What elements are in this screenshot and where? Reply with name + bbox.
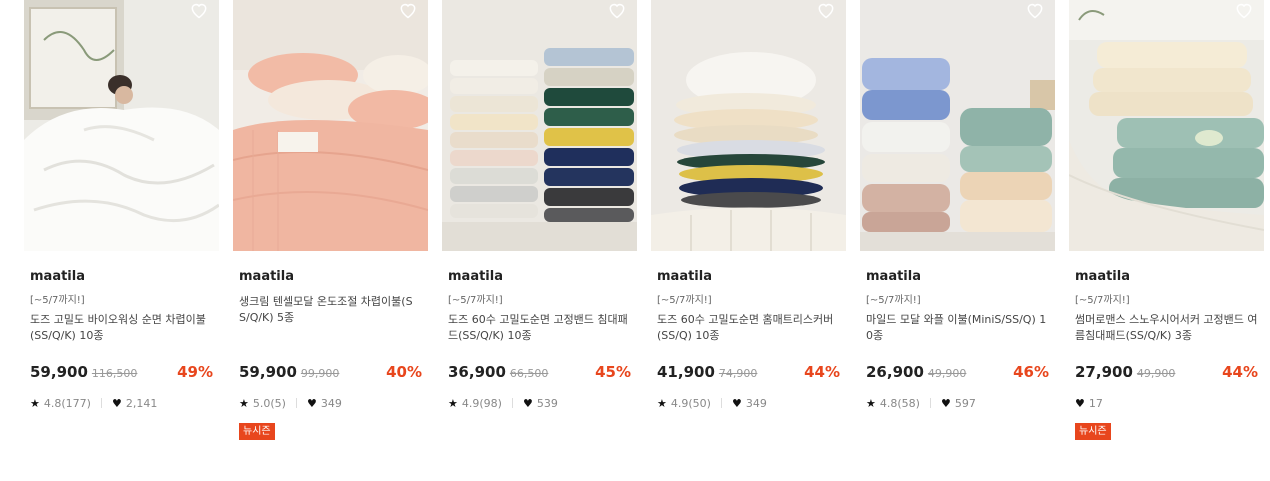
price-row: 59,900 99,900 40% [239,363,422,383]
like-count: 539 [536,396,558,410]
rating-text: 5.0(5) [252,396,286,410]
product-image[interactable] [860,0,1055,251]
price-row: 27,900 49,900 44% [1075,363,1258,383]
like-count: 17 [1088,396,1103,410]
product-image[interactable] [442,0,637,251]
heart-icon: ♥ [940,396,951,410]
wishlist-heart-icon[interactable] [816,0,836,20]
product-image[interactable] [651,0,846,251]
product-meta: ♥ 17 [1075,396,1258,410]
star-icon: ★ [866,396,876,410]
product-brand[interactable]: maatila [657,269,840,285]
sale-price: 36,900 [448,363,506,381]
sale-price: 59,900 [30,363,88,381]
product-card[interactable]: maatila [~5/7까지!] 마일드 모달 와플 이불(MiniS/SS/… [860,0,1055,440]
product-promo: [~5/7까지!] [866,295,921,306]
wishlist-heart-icon[interactable] [607,0,627,20]
divider [720,398,722,408]
rating-text: 4.8(58) [879,396,920,410]
like-count: 349 [745,396,767,410]
new-season-badge: 뉴시즌 [1075,423,1111,440]
price-row: 36,900 66,500 45% [448,363,631,383]
product-card[interactable]: maatila 생크림 텐셀모달 온도조절 차렵이불(SS/Q/K) 5종 59… [233,0,428,440]
product-meta: ★ 5.0(5) ♥ 349 [239,396,422,410]
discount-rate: 44% [1222,363,1258,381]
product-meta: ★ 4.8(177) ♥ 2,141 [30,396,213,410]
product-promo: [~5/7까지!] [448,295,503,306]
original-price: 74,900 [718,367,758,380]
sale-price: 27,900 [1075,363,1133,381]
discount-rate: 49% [177,363,213,381]
product-meta: ★ 4.9(50) ♥ 349 [657,396,840,410]
divider [929,398,931,408]
divider [295,398,297,408]
product-brand[interactable]: maatila [30,269,213,285]
original-price: 99,900 [300,367,340,380]
price-row: 26,900 49,900 46% [866,363,1049,383]
like-count: 597 [954,396,976,410]
product-meta: ★ 4.8(58) ♥ 597 [866,396,1049,410]
wishlist-heart-icon[interactable] [1234,0,1254,20]
star-icon: ★ [657,396,667,410]
new-season-badge: 뉴시즌 [239,423,275,440]
original-price: 49,900 [1136,367,1176,380]
product-title[interactable]: 썸머로맨스 스노우시어서커 고정밴드 여름침대패드(SS/Q/K) 3종 [1075,312,1258,344]
discount-rate: 46% [1013,363,1049,381]
rating-text: 4.9(50) [670,396,711,410]
star-icon: ★ [239,396,249,410]
product-image[interactable] [24,0,219,251]
sale-price: 41,900 [657,363,715,381]
original-price: 49,900 [927,367,967,380]
discount-rate: 45% [595,363,631,381]
product-brand[interactable]: maatila [239,269,422,285]
product-title[interactable]: 도즈 고밀도 바이오워싱 순면 차렵이불(SS/Q/K) 10종 [30,312,213,344]
product-image[interactable] [1069,0,1264,251]
wishlist-heart-icon[interactable] [1025,0,1045,20]
product-card[interactable]: maatila [~5/7까지!] 도즈 고밀도 바이오워싱 순면 차렵이불(S… [24,0,219,440]
product-promo: [~5/7까지!] [30,295,85,306]
divider [100,398,102,408]
product-promo: [~5/7까지!] [657,295,712,306]
star-icon: ★ [30,396,40,410]
product-brand[interactable]: maatila [448,269,631,285]
rating-text: 4.8(177) [43,396,91,410]
wishlist-heart-icon[interactable] [398,0,418,20]
product-title[interactable]: 도즈 60수 고밀도순면 홈매트리스커버(SS/Q) 10종 [657,312,840,344]
price-row: 59,900 116,500 49% [30,363,213,383]
sale-price: 26,900 [866,363,924,381]
divider [511,398,513,408]
price-row: 41,900 74,900 44% [657,363,840,383]
product-card[interactable]: maatila [~5/7까지!] 썸머로맨스 스노우시어서커 고정밴드 여름침… [1069,0,1264,440]
product-card[interactable]: maatila [~5/7까지!] 도즈 60수 고밀도순면 홈매트리스커버(S… [651,0,846,440]
rating-text: 4.9(98) [461,396,502,410]
product-promo: [~5/7까지!] [1075,295,1130,306]
original-price: 116,500 [91,367,138,380]
discount-rate: 44% [804,363,840,381]
star-icon: ★ [448,396,458,410]
like-count: 2,141 [125,396,158,410]
heart-icon: ♥ [1075,396,1085,410]
product-title[interactable]: 마일드 모달 와플 이불(MiniS/SS/Q) 10종 [866,312,1049,344]
sale-price: 59,900 [239,363,297,381]
discount-rate: 40% [386,363,422,381]
heart-icon: ♥ [306,396,317,410]
product-brand[interactable]: maatila [1075,269,1258,285]
product-title[interactable]: 생크림 텐셀모달 온도조절 차렵이불(SS/Q/K) 5종 [239,294,422,326]
product-grid-row: maatila [~5/7까지!] 도즈 고밀도 바이오워싱 순면 차렵이불(S… [24,0,1264,440]
product-title[interactable]: 도즈 60수 고밀도순면 고정밴드 침대패드(SS/Q/K) 10종 [448,312,631,344]
wishlist-heart-icon[interactable] [189,0,209,20]
heart-icon: ♥ [522,396,533,410]
product-image[interactable] [233,0,428,251]
product-card[interactable]: maatila [~5/7까지!] 도즈 60수 고밀도순면 고정밴드 침대패드… [442,0,637,440]
heart-icon: ♥ [731,396,742,410]
product-brand[interactable]: maatila [866,269,1049,285]
product-meta: ★ 4.9(98) ♥ 539 [448,396,631,410]
original-price: 66,500 [509,367,549,380]
like-count: 349 [320,396,342,410]
heart-icon: ♥ [111,396,122,410]
